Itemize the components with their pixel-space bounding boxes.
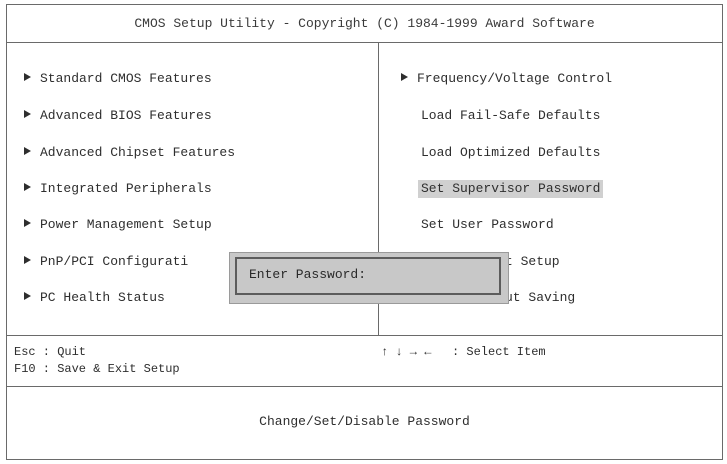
right-triangle-arrow-icon xyxy=(24,183,31,191)
menu-item-label: Frequency/Voltage Control xyxy=(417,71,613,86)
title-bar: CMOS Setup Utility - Copyright (C) 1984-… xyxy=(134,16,595,31)
menu-item-label: Power Management Setup xyxy=(40,217,212,232)
menu-item-label: Standard CMOS Features xyxy=(40,71,212,86)
esc-quit-hint: Esc : Quit xyxy=(14,345,87,359)
menu-item-set-user-password[interactable]: Set User Password xyxy=(421,216,554,234)
right-triangle-arrow-icon xyxy=(24,292,31,300)
menu-item-label: Advanced Chipset Features xyxy=(40,145,236,160)
menu-item-exit-without-saving-partial[interactable]: ut Saving xyxy=(505,289,575,307)
menu-item-integrated-peripherals[interactable]: Integrated Peripherals xyxy=(24,180,212,198)
menu-item-load-optimized[interactable]: Load Optimized Defaults xyxy=(421,144,600,162)
menu-item-frequency-voltage[interactable]: Frequency/Voltage Control xyxy=(401,70,612,88)
footer-divider xyxy=(6,386,723,387)
password-prompt-label: Enter Password: xyxy=(249,267,367,282)
right-triangle-arrow-icon xyxy=(24,73,31,81)
menu-item-advanced-bios[interactable]: Advanced BIOS Features xyxy=(24,107,212,125)
menu-item-label: PnP/PCI Configurati xyxy=(40,254,189,269)
item-help-text: Change/Set/Disable Password xyxy=(259,414,470,429)
menu-item-label: Integrated Peripherals xyxy=(40,181,212,196)
right-triangle-arrow-icon xyxy=(24,256,31,264)
menu-bottom-divider xyxy=(6,335,723,336)
menu-item-pc-health[interactable]: PC Health Status xyxy=(24,289,165,307)
menu-item-load-failsafe[interactable]: Load Fail-Safe Defaults xyxy=(421,107,600,125)
navigation-arrows-icon: ↑ ↓ → ← xyxy=(381,345,432,359)
menu-item-set-supervisor-password[interactable]: Set Supervisor Password xyxy=(418,180,604,198)
menu-item-standard-cmos[interactable]: Standard CMOS Features xyxy=(24,70,212,88)
menu-item-power-management[interactable]: Power Management Setup xyxy=(24,216,212,234)
right-triangle-arrow-icon xyxy=(24,110,31,118)
password-dialog: Enter Password: xyxy=(229,252,509,304)
right-triangle-arrow-icon xyxy=(24,219,31,227)
menu-item-label: Advanced BIOS Features xyxy=(40,108,212,123)
menu-item-advanced-chipset[interactable]: Advanced Chipset Features xyxy=(24,144,235,162)
right-triangle-arrow-icon xyxy=(24,147,31,155)
select-item-hint: : Select Item xyxy=(452,345,546,359)
menu-item-save-exit-setup-partial[interactable]: t Setup xyxy=(505,253,560,271)
menu-item-pnp-pci[interactable]: PnP/PCI Configurati xyxy=(24,253,188,271)
password-input-box[interactable]: Enter Password: xyxy=(235,257,501,295)
f10-save-exit-hint: F10 : Save & Exit Setup xyxy=(14,362,180,376)
title-divider xyxy=(6,42,723,43)
menu-item-label: PC Health Status xyxy=(40,290,165,305)
right-triangle-arrow-icon xyxy=(401,73,408,81)
